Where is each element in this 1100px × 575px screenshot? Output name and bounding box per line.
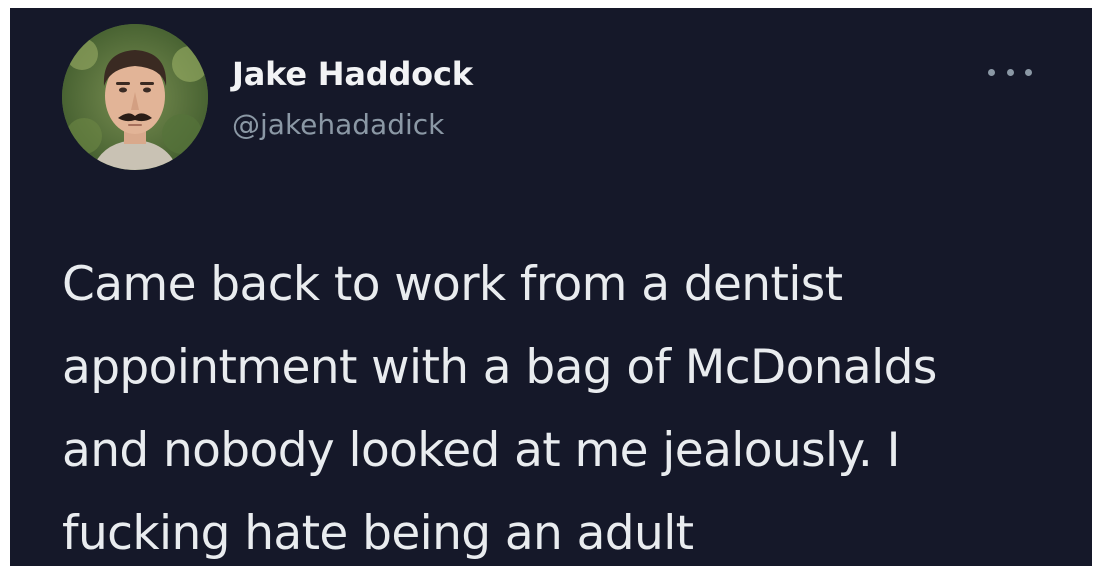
avatar-photo <box>62 24 208 170</box>
more-dot-icon <box>988 68 995 76</box>
more-dot-icon <box>1006 68 1014 76</box>
author-name[interactable]: Jake Haddock <box>232 55 473 93</box>
avatar[interactable] <box>62 24 208 170</box>
tweet-card: Jake Haddock @jakehadadick Came back to … <box>10 8 1092 566</box>
author-handle[interactable]: @jakehadadick <box>232 108 444 141</box>
more-horizontal-icon[interactable] <box>988 60 1032 84</box>
more-dot-icon <box>1025 68 1032 76</box>
tweet-text: Came back to work from a dentist appoint… <box>62 257 937 561</box>
